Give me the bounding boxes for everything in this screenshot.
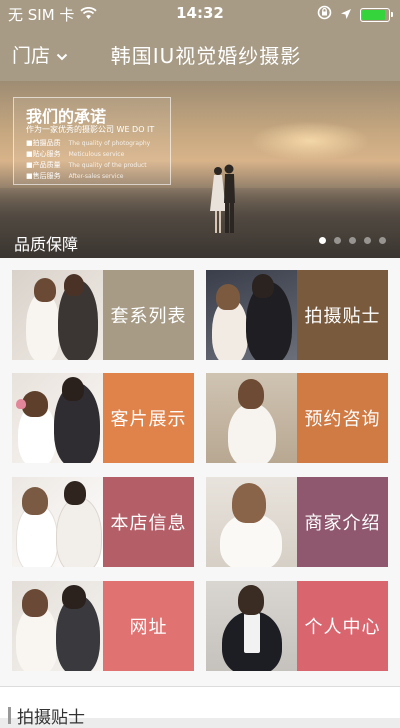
battery-level — [362, 9, 386, 20]
banner-caption: 品质保障 — [14, 235, 79, 254]
couple-photo — [12, 270, 103, 360]
page-title: 韩国IU视觉婚纱摄影 — [110, 44, 302, 68]
tile-label: 客片展示 — [103, 373, 194, 463]
section-header: 拍摄贴士 — [0, 686, 400, 728]
menu-tile-personal-center[interactable]: 个人中心 — [206, 581, 388, 671]
menu-tile-store-info[interactable]: 本店信息 — [12, 477, 194, 567]
promise-list: ■拍摄品质 The quality of photography ■贴心服务 Met… — [26, 138, 150, 182]
rotation-lock-icon — [317, 5, 332, 24]
carousel-dot[interactable] — [319, 237, 326, 244]
menu-tile-client-gallery[interactable]: 客片展示 — [12, 373, 194, 463]
promise-item: ■贴心服务 Meticulous service — [26, 150, 125, 158]
menu-tile-shooting-tips[interactable]: 拍摄贴士 — [206, 270, 388, 360]
section-title: 拍摄贴士 — [17, 708, 85, 728]
couple-photo — [12, 373, 103, 463]
groom-photo — [206, 581, 297, 671]
banner-carousel[interactable]: 我们的承诺 作为一家优秀的摄影公司 WE DO IT ■拍摄品质 The qual… — [0, 81, 400, 258]
couple-silhouette-image — [210, 164, 235, 233]
carousel-dot[interactable] — [334, 237, 341, 244]
tile-label: 预约咨询 — [297, 373, 388, 463]
status-bar: 无 SIM 卡 14:32 — [0, 0, 400, 26]
nav-bar: 门店 韩国IU视觉婚纱摄影 — [0, 26, 400, 81]
promise-item: ■产品质量 The quality of the product — [26, 161, 147, 169]
tile-label: 网址 — [103, 581, 194, 671]
carousel-dot[interactable] — [349, 237, 356, 244]
promise-item: ■售后服务 After-sales service — [26, 172, 124, 180]
menu-tile-package-list[interactable]: 套系列表 — [12, 270, 194, 360]
couple-photo — [12, 477, 103, 567]
menu-grid: 套系列表 拍摄贴士 客片展示 预约咨询 本店信息 商家介绍 网址 个人中心 — [0, 258, 400, 686]
location-arrow-icon — [340, 6, 352, 24]
bride-photo — [206, 477, 297, 567]
top-bar: 无 SIM 卡 14:32 门店 韩国IU视觉婚纱摄影 — [0, 0, 400, 81]
tile-label: 本店信息 — [103, 477, 194, 567]
tile-label: 拍摄贴士 — [297, 270, 388, 360]
tile-label: 个人中心 — [297, 581, 388, 671]
carousel-indicator[interactable] — [319, 237, 386, 244]
tile-label: 套系列表 — [103, 270, 194, 360]
carousel-dot[interactable] — [364, 237, 371, 244]
bride-photo — [206, 373, 297, 463]
tile-label: 商家介绍 — [297, 477, 388, 567]
menu-tile-merchant-intro[interactable]: 商家介绍 — [206, 477, 388, 567]
carousel-dot[interactable] — [379, 237, 386, 244]
section-accent-bar — [8, 707, 11, 724]
battery-icon — [360, 7, 393, 22]
couple-photo — [12, 581, 103, 671]
menu-tile-booking-inquiry[interactable]: 预约咨询 — [206, 373, 388, 463]
menu-tile-website[interactable]: 网址 — [12, 581, 194, 671]
promise-subtitle: 作为一家优秀的摄影公司 WE DO IT — [26, 125, 155, 134]
couple-photo — [206, 270, 297, 360]
promise-item: ■拍摄品质 The quality of photography — [26, 139, 151, 147]
promise-card: 我们的承诺 作为一家优秀的摄影公司 WE DO IT ■拍摄品质 The qual… — [13, 97, 171, 185]
